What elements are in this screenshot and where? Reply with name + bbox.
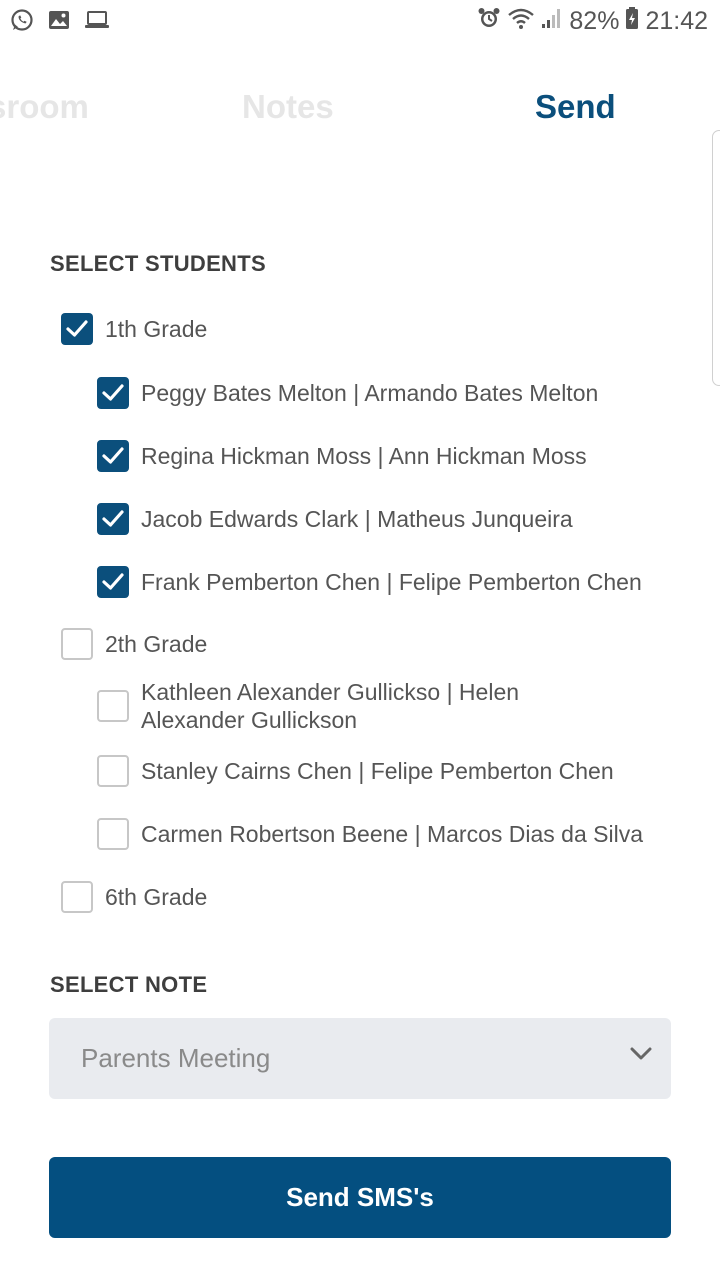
- group-row-1th-grade[interactable]: 1th Grade: [61, 313, 207, 345]
- select-note-heading: SELECT NOTE: [50, 972, 208, 997]
- student-label-line1: Kathleen Alexander Gullickso | Helen: [141, 679, 520, 705]
- clock: 21:42: [645, 7, 708, 35]
- student-row[interactable]: Regina Hickman Moss | Ann Hickman Moss: [97, 440, 587, 472]
- student-checkbox[interactable]: [97, 503, 129, 535]
- wifi-icon: [507, 6, 535, 37]
- student-row[interactable]: Carmen Robertson Beene | Marcos Dias da …: [97, 818, 643, 850]
- student-label: Carmen Robertson Beene | Marcos Dias da …: [141, 821, 643, 847]
- group-label: 6th Grade: [105, 884, 208, 910]
- student-label: Frank Pemberton Chen | Felipe Pemberton …: [141, 569, 642, 595]
- alarm-icon: [477, 6, 501, 37]
- group-checkbox[interactable]: [61, 313, 93, 345]
- group-checkbox[interactable]: [61, 628, 93, 660]
- battery-icon: [625, 6, 639, 37]
- send-sms-button[interactable]: Send SMS's: [49, 1157, 671, 1238]
- select-students-heading: SELECT STUDENTS: [50, 251, 266, 276]
- scroll-indicator: [712, 130, 720, 386]
- student-checkbox[interactable]: [97, 690, 129, 722]
- tab-notes[interactable]: Notes: [242, 88, 334, 126]
- tab-classroom[interactable]: sroom: [0, 88, 89, 126]
- status-bar-left: [10, 8, 110, 37]
- status-bar-right: 82% 21:42: [477, 6, 708, 37]
- student-row[interactable]: Kathleen Alexander Gullickso | Helen Ale…: [97, 678, 519, 734]
- student-checkbox[interactable]: [97, 818, 129, 850]
- note-select-value: Parents Meeting: [81, 1043, 271, 1073]
- check-icon: [102, 384, 124, 401]
- student-row[interactable]: Peggy Bates Melton | Armando Bates Melto…: [97, 377, 598, 409]
- student-label-line2: Alexander Gullickson: [141, 707, 358, 733]
- image-icon: [48, 10, 70, 35]
- group-row-2th-grade[interactable]: 2th Grade: [61, 628, 207, 660]
- student-label: Peggy Bates Melton | Armando Bates Melto…: [141, 380, 599, 406]
- student-row[interactable]: Jacob Edwards Clark | Matheus Junqueira: [97, 503, 573, 535]
- group-checkbox[interactable]: [61, 881, 93, 913]
- student-label: Kathleen Alexander Gullickso | Helen Ale…: [141, 678, 519, 734]
- group-row-6th-grade[interactable]: 6th Grade: [61, 881, 207, 913]
- check-icon: [102, 447, 124, 464]
- chevron-down-icon: [629, 1046, 653, 1067]
- student-label: Jacob Edwards Clark | Matheus Junqueira: [141, 506, 573, 532]
- student-label: Regina Hickman Moss | Ann Hickman Moss: [141, 443, 587, 469]
- student-label: Stanley Cairns Chen | Felipe Pemberton C…: [141, 758, 614, 784]
- laptop-icon: [84, 10, 110, 35]
- check-icon: [102, 573, 124, 590]
- group-label: 1th Grade: [105, 316, 208, 342]
- note-select[interactable]: Parents Meeting: [49, 1018, 671, 1099]
- signal-icon: [541, 6, 563, 37]
- check-icon: [66, 320, 88, 337]
- check-icon: [102, 510, 124, 527]
- tab-bar: sroom Notes Send: [0, 88, 720, 148]
- student-checkbox[interactable]: [97, 755, 129, 787]
- student-row[interactable]: Frank Pemberton Chen | Felipe Pemberton …: [97, 566, 642, 598]
- tab-send[interactable]: Send: [535, 88, 616, 126]
- group-label: 2th Grade: [105, 631, 208, 657]
- whatsapp-icon: [10, 8, 34, 37]
- student-checkbox[interactable]: [97, 566, 129, 598]
- battery-percent: 82%: [569, 7, 620, 35]
- student-row[interactable]: Stanley Cairns Chen | Felipe Pemberton C…: [97, 755, 614, 787]
- status-bar: 82% 21:42: [0, 0, 720, 44]
- student-checkbox[interactable]: [97, 377, 129, 409]
- student-checkbox[interactable]: [97, 440, 129, 472]
